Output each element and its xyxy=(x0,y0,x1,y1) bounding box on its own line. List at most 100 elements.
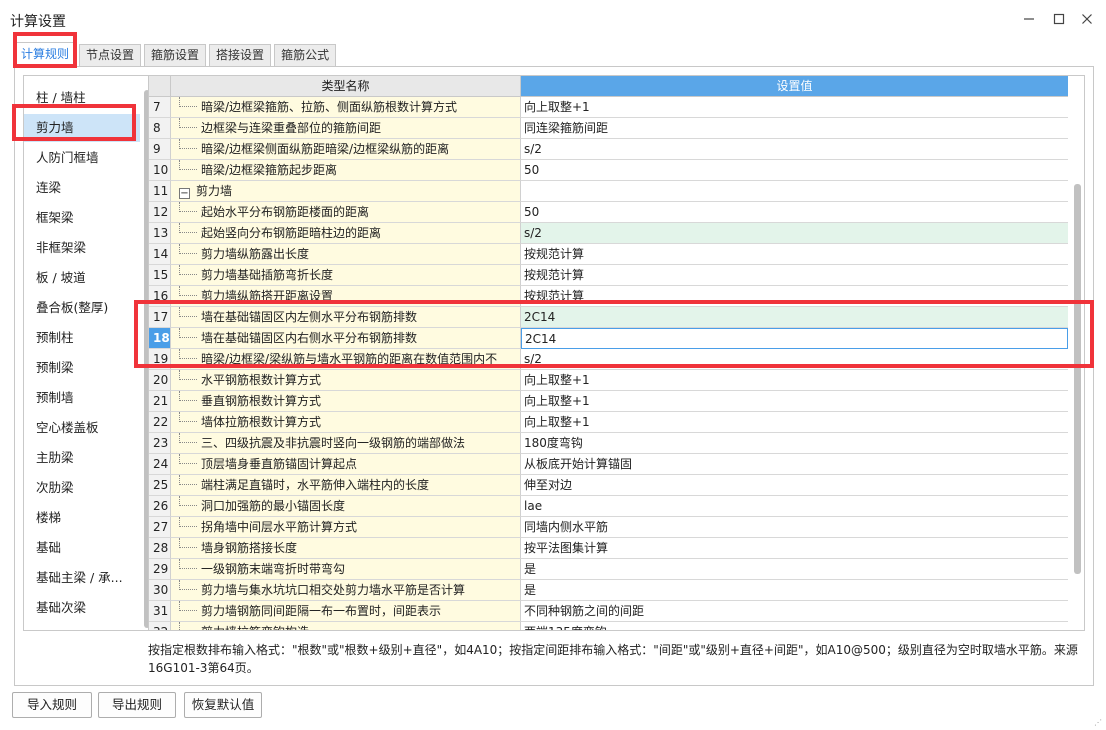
setting-value-cell[interactable]: 是 xyxy=(521,580,1068,601)
table-row[interactable]: 18 墙在基础锚固区内右侧水平分布钢筋排数 2C14 xyxy=(149,328,1068,349)
maximize-icon[interactable] xyxy=(1048,8,1070,30)
sidebar-item[interactable]: 剪力墙 xyxy=(24,114,140,142)
table-row[interactable]: 27 拐角墙中间层水平筋计算方式 同墙内侧水平筋 xyxy=(149,517,1068,538)
sidebar-item[interactable]: 人防门框墙 xyxy=(24,144,140,172)
tab-lap-settings[interactable]: 搭接设置 xyxy=(209,44,272,66)
table-row[interactable]: 32 剪力墙拉筋弯钩构造 两端135度弯钩 xyxy=(149,622,1068,630)
sidebar-item[interactable]: 基础 xyxy=(24,534,140,562)
table-row[interactable]: 29 一级钢筋末端弯折时带弯勾 是 xyxy=(149,559,1068,580)
table-row[interactable]: 13 起始竖向分布钢筋距暗柱边的距离 s/2 xyxy=(149,223,1068,244)
import-rules-button[interactable]: 导入规则 xyxy=(12,692,92,718)
setting-value-cell[interactable]: 是 xyxy=(521,559,1068,580)
table-row[interactable]: 21 垂直钢筋根数计算方式 向上取整+1 xyxy=(149,391,1068,412)
sidebar-item[interactable]: 板 / 坡道 xyxy=(24,264,140,292)
restore-defaults-button[interactable]: 恢复默认值 xyxy=(184,692,262,718)
tab-node-settings[interactable]: 节点设置 xyxy=(79,44,142,66)
tab-stirrup-formula[interactable]: 箍筋公式 xyxy=(274,44,337,66)
table-row[interactable]: 30 剪力墙与集水坑坑口相交处剪力墙水平筋是否计算 是 xyxy=(149,580,1068,601)
type-name-cell: 水平钢筋根数计算方式 xyxy=(171,370,521,391)
type-name-text: 剪力墙纵筋搭开距离设置 xyxy=(201,289,334,303)
sidebar-item[interactable]: 空心楼盖板 xyxy=(24,414,140,442)
grid-scrollbar[interactable] xyxy=(1074,184,1081,574)
table-row[interactable]: 14 剪力墙纵筋露出长度 按规范计算 xyxy=(149,244,1068,265)
setting-value-cell[interactable] xyxy=(521,181,1068,202)
setting-value-cell[interactable]: 按平法图集计算 xyxy=(521,538,1068,559)
table-row[interactable]: 28 墙身钢筋搭接长度 按平法图集计算 xyxy=(149,538,1068,559)
title-bar: 计算设置 xyxy=(0,0,1106,38)
resize-grip-icon[interactable]: ⋰ xyxy=(1094,718,1102,727)
collapse-icon[interactable]: − xyxy=(179,188,190,199)
type-name-text: 剪力墙 xyxy=(196,184,233,198)
setting-value-cell[interactable]: 向上取整+1 xyxy=(521,97,1068,118)
sidebar-item[interactable]: 叠合板(整厚) xyxy=(24,294,140,322)
row-number: 29 xyxy=(149,559,171,580)
table-row[interactable]: 16 剪力墙纵筋搭开距离设置 按规范计算 xyxy=(149,286,1068,307)
setting-value-cell[interactable]: 按规范计算 xyxy=(521,286,1068,307)
setting-value-cell[interactable]: 2C14 xyxy=(521,307,1068,328)
table-row[interactable]: 24 顶层墙身垂直筋锚固计算起点 从板底开始计算锚固 xyxy=(149,454,1068,475)
setting-value-cell[interactable]: 同墙内侧水平筋 xyxy=(521,517,1068,538)
table-row[interactable]: 19 暗梁/边框梁/梁纵筋与墙水平钢筋的距离在数值范围内不 s/2 xyxy=(149,349,1068,370)
sidebar-item[interactable]: 预制墙 xyxy=(24,384,140,412)
close-icon[interactable] xyxy=(1076,8,1098,30)
sidebar-item[interactable]: 柱 / 墙柱 xyxy=(24,84,140,112)
type-name-text: 剪力墙拉筋弯钩构造 xyxy=(201,625,309,630)
type-name-text: 拐角墙中间层水平筋计算方式 xyxy=(201,520,358,534)
setting-value-cell[interactable]: 按规范计算 xyxy=(521,244,1068,265)
table-row[interactable]: 20 水平钢筋根数计算方式 向上取整+1 xyxy=(149,370,1068,391)
setting-value-cell[interactable]: lae xyxy=(521,496,1068,517)
header-type-name: 类型名称 xyxy=(171,76,521,97)
setting-value-cell[interactable]: s/2 xyxy=(521,139,1068,160)
setting-value-cell[interactable]: 两端135度弯钩 xyxy=(521,622,1068,630)
type-name-cell: 墙在基础锚固区内右侧水平分布钢筋排数 xyxy=(171,328,521,349)
sidebar-item[interactable]: 砌体结构 xyxy=(24,624,140,630)
setting-value-cell[interactable]: 从板底开始计算锚固 xyxy=(521,454,1068,475)
setting-value-cell[interactable]: 向上取整+1 xyxy=(521,370,1068,391)
sidebar-item[interactable]: 连梁 xyxy=(24,174,140,202)
table-row[interactable]: 26 洞口加强筋的最小锚固长度 lae xyxy=(149,496,1068,517)
sidebar-item[interactable]: 非框架梁 xyxy=(24,234,140,262)
sidebar-item[interactable]: 楼梯 xyxy=(24,504,140,532)
component-list: 柱 / 墙柱 剪力墙 人防门框墙 连梁 框架梁 非框架梁板 / 坡道 叠合板(整厚) 预制柱预… xyxy=(23,75,153,631)
table-row[interactable]: 11− 剪力墙 xyxy=(149,181,1068,202)
table-row[interactable]: 9 暗梁/边框梁侧面纵筋距暗梁/边框梁纵筋的距离 s/2 xyxy=(149,139,1068,160)
setting-value-cell[interactable]: 2C14 xyxy=(521,328,1068,349)
sidebar-item[interactable]: 预制梁 xyxy=(24,354,140,382)
sidebar-item[interactable]: 次肋梁 xyxy=(24,474,140,502)
table-row[interactable]: 12 起始水平分布钢筋距楼面的距离 50 xyxy=(149,202,1068,223)
setting-value-cell[interactable]: 向上取整+1 xyxy=(521,391,1068,412)
setting-value-cell[interactable]: s/2 xyxy=(521,349,1068,370)
header-row-number xyxy=(149,76,171,97)
sidebar-item[interactable]: 预制柱 xyxy=(24,324,140,352)
export-rules-button[interactable]: 导出规则 xyxy=(98,692,176,718)
sidebar-item[interactable]: 主肋梁 xyxy=(24,444,140,472)
hint-text: 按指定根数排布输入格式："根数"或"根数+级别+直径"，如4A10；按指定间距排… xyxy=(148,643,1078,675)
type-name-cell: 暗梁/边框梁箍筋、拉筋、侧面纵筋根数计算方式 xyxy=(171,97,521,118)
table-row[interactable]: 23 三、四级抗震及非抗震时竖向一级钢筋的端部做法 180度弯钩 xyxy=(149,433,1068,454)
tree-line-icon xyxy=(179,370,197,380)
type-name-cell: 剪力墙纵筋露出长度 xyxy=(171,244,521,265)
table-row[interactable]: 25 端柱满足直锚时，水平筋伸入端柱内的长度 伸至对边 xyxy=(149,475,1068,496)
table-row[interactable]: 15 剪力墙基础插筋弯折长度 按规范计算 xyxy=(149,265,1068,286)
table-row[interactable]: 22 墙体拉筋根数计算方式 向上取整+1 xyxy=(149,412,1068,433)
table-row[interactable]: 10 暗梁/边框梁箍筋起步距离 50 xyxy=(149,160,1068,181)
setting-value-cell[interactable]: s/2 xyxy=(521,223,1068,244)
table-row[interactable]: 31 剪力墙钢筋同间距隔一布一布置时，间距表示 不同种钢筋之间的间距 xyxy=(149,601,1068,622)
setting-value-cell[interactable]: 50 xyxy=(521,160,1068,181)
sidebar-item[interactable]: 基础次梁 xyxy=(24,594,140,622)
sidebar-item[interactable]: 框架梁 xyxy=(24,204,140,232)
setting-value-cell[interactable]: 50 xyxy=(521,202,1068,223)
tab-calc-rules[interactable]: 计算规则 xyxy=(14,42,77,66)
table-row[interactable]: 8 边框梁与连梁重叠部位的箍筋间距 同连梁箍筋间距 xyxy=(149,118,1068,139)
sidebar-item[interactable]: 基础主梁 / 承... xyxy=(24,564,140,592)
minimize-icon[interactable] xyxy=(1018,8,1040,30)
tab-stirrup-settings[interactable]: 箍筋设置 xyxy=(144,44,207,66)
setting-value-cell[interactable]: 180度弯钩 xyxy=(521,433,1068,454)
table-row[interactable]: 7 暗梁/边框梁箍筋、拉筋、侧面纵筋根数计算方式 向上取整+1 xyxy=(149,97,1068,118)
table-row[interactable]: 17 墙在基础锚固区内左侧水平分布钢筋排数 2C14 xyxy=(149,307,1068,328)
setting-value-cell[interactable]: 同连梁箍筋间距 xyxy=(521,118,1068,139)
setting-value-cell[interactable]: 伸至对边 xyxy=(521,475,1068,496)
setting-value-cell[interactable]: 不同种钢筋之间的间距 xyxy=(521,601,1068,622)
setting-value-cell[interactable]: 向上取整+1 xyxy=(521,412,1068,433)
setting-value-cell[interactable]: 按规范计算 xyxy=(521,265,1068,286)
